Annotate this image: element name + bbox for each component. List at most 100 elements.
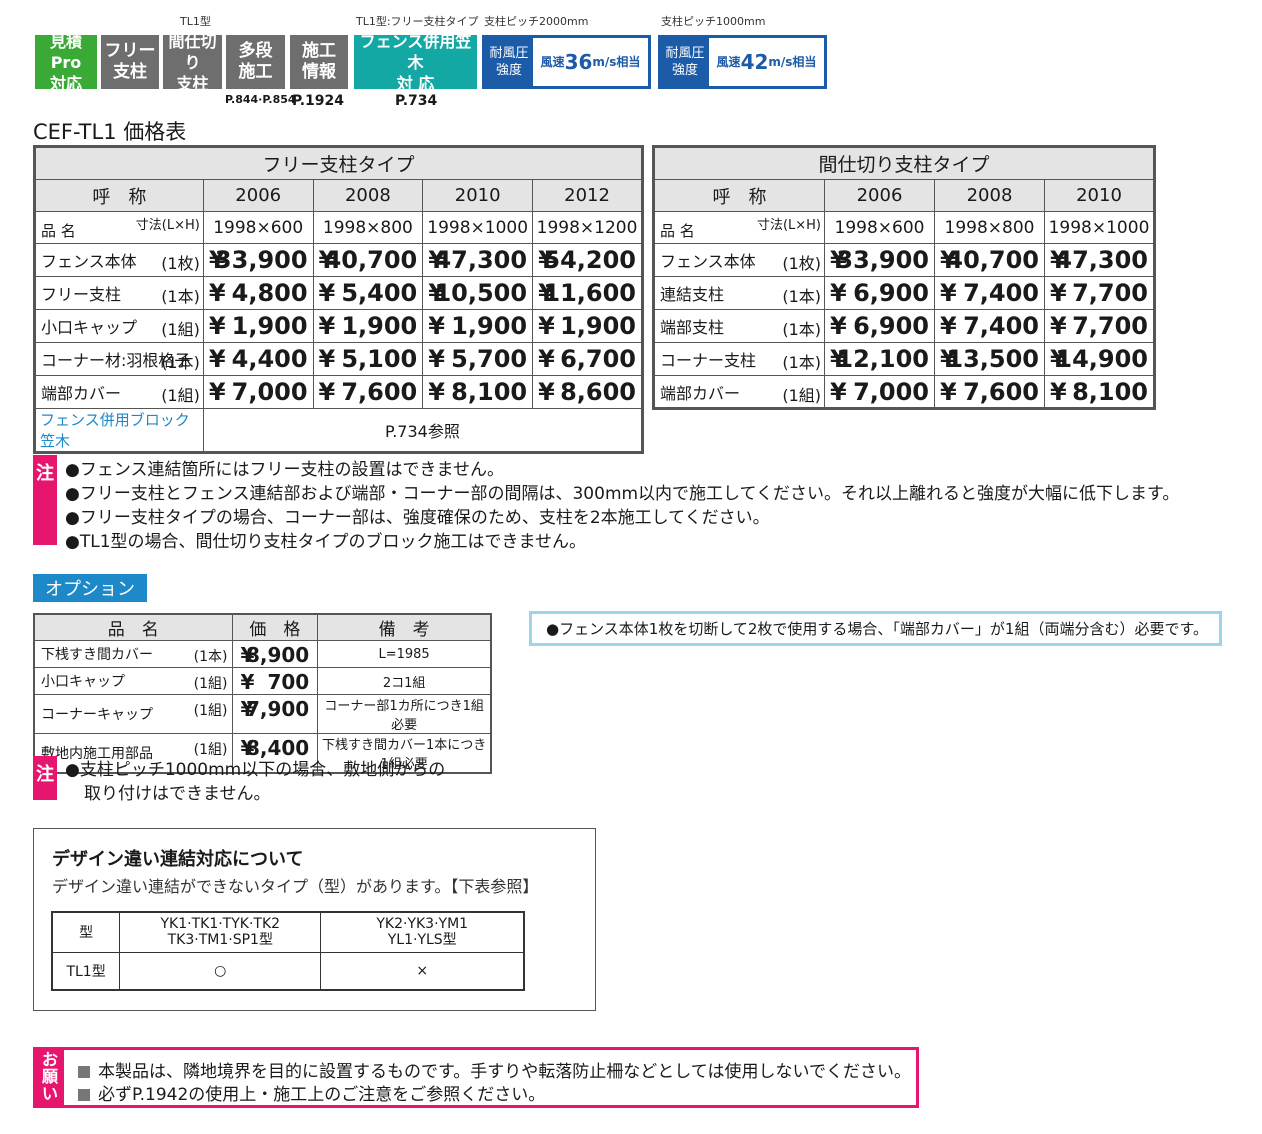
price-cell: ¥1,900 [532, 309, 643, 343]
yen-sign: ¥ [830, 279, 847, 307]
badge-partition-post-line2: 支柱 [176, 73, 209, 93]
yen-sign: ¥ [208, 345, 226, 373]
price-cell: ¥40,700 [312, 243, 424, 277]
price-cell: ¥7,700 [1044, 309, 1155, 343]
price-cell: ¥6,900 [824, 309, 935, 343]
price-value: 12,100 [836, 345, 929, 373]
free-post-price-table: フリー支柱タイプ 呼 称 2006 2008 2010 2012 寸法(L×H)… [33, 145, 644, 454]
wind-42-prefix: 風速 [716, 54, 741, 69]
note-line-2: ●フリー支柱とフェンス連結部および端部・コーナー部の間隔は、300mm以内で施工… [65, 484, 1180, 504]
yen-sign: ¥ [538, 378, 555, 406]
badge-caption-pitch2000: 支柱ピッチ2000mm [484, 15, 589, 28]
ref-fence-kasagi[interactable]: P.734 [395, 93, 437, 109]
price-cell: ¥33,900 [824, 243, 935, 277]
item-name-cell: 連結支柱 (1本) [653, 276, 825, 310]
badge-fence-kasagi: フェンス併用笠木 対 応 [354, 32, 477, 93]
yen-sign: ¥ [208, 312, 226, 340]
price-row: フリー支柱 (1本) ¥4,800 ¥5,400 ¥10,500 ¥11,600 [34, 276, 643, 310]
wind-42-label: 耐風圧 強度 [661, 38, 709, 86]
option-price: 8,900 [245, 643, 310, 667]
price-row: フェンス本体 (1枚) ¥33,900 ¥40,700 ¥47,300 ¥54,200 [34, 243, 643, 277]
price-row: 端部カバー (1組) ¥7,000 ¥7,600 ¥8,100 ¥8,600 [34, 375, 643, 409]
wind-36-label-line1: 耐風圧 [489, 46, 529, 61]
item-name: フェンス本体 [41, 252, 137, 271]
item-name-cell: コーナー支柱 (1本) [653, 342, 825, 376]
options-header-remark: 備 考 [317, 613, 492, 641]
partition-table-label-name: 呼 称 [653, 179, 825, 212]
yen-sign: ¥ [208, 378, 226, 406]
price-cell: ¥4,800 [202, 276, 314, 310]
option-row: コーナーキャップ (1組) ¥7,900 コーナー部1カ所につき1組必要 [33, 694, 492, 734]
item-name: 端部カバー [41, 384, 122, 403]
price-value: 5,100 [341, 345, 418, 373]
item-name-cell: 端部カバー (1組) [653, 375, 825, 409]
item-unit: (1組) [161, 320, 200, 339]
yen-sign: ¥ [428, 345, 445, 373]
item-name-cell: 小口キャップ (1組) [34, 309, 204, 343]
option-price-cell: ¥7,900 [231, 694, 319, 734]
free-kasagi-label: フェンス併用ブロック笠木 [34, 408, 204, 453]
wind-36-value-box: 風速 36 m/s相当 [533, 38, 648, 86]
price-cell: ¥8,100 [1044, 375, 1155, 409]
badge-partition-post: 間仕切り 支柱 [163, 32, 222, 93]
partition-code: 2010 [1044, 179, 1155, 212]
price-value: 47,300 [1055, 246, 1148, 274]
badge-caption-pitch1000: 支柱ピッチ1000mm [661, 15, 766, 28]
price-value: 14,900 [1055, 345, 1148, 373]
request-line-1-text: 本製品は、隣地境界を目的に設置するものです。手すりや転落防止柵などとしては使用し… [98, 1062, 911, 1082]
option-name-cell: 下桟すき間カバー (1本) [33, 640, 233, 668]
free-kasagi-ref[interactable]: P.734参照 [202, 408, 644, 453]
price-row: 端部カバー (1組) ¥7,000 ¥7,600 ¥8,100 [653, 375, 1155, 409]
price-value: 13,500 [946, 345, 1039, 373]
price-value: 54,200 [543, 246, 636, 274]
free-table-corner: 寸法(L×H) 品 名 [34, 211, 204, 244]
note-line-3: ●フリー支柱タイプの場合、コーナー部は、強度確保のため、支柱を2本施工してくださ… [65, 508, 770, 528]
yen-sign: ¥ [940, 378, 957, 406]
item-unit: (1本) [782, 320, 821, 339]
yen-sign: ¥ [1050, 279, 1067, 307]
item-name: コーナー支柱 [660, 351, 757, 370]
price-value: 8,100 [1072, 378, 1148, 406]
price-value: 7,000 [231, 378, 308, 406]
price-value: 7,400 [963, 279, 1039, 307]
wind-36-label: 耐風圧 強度 [485, 38, 533, 86]
price-cell: ¥14,900 [1044, 342, 1155, 376]
wind-36-label-line2: 強度 [495, 63, 522, 78]
price-value: 4,800 [231, 279, 308, 307]
price-cell: ¥7,700 [1044, 276, 1155, 310]
yen-sign: ¥ [538, 345, 555, 373]
item-unit: (1枚) [782, 254, 821, 273]
partition-dim: 1998×600 [824, 211, 935, 244]
price-value: 1,900 [231, 312, 308, 340]
yen-sign: ¥ [538, 312, 555, 340]
page-title: CEF-TL1 価格表 [33, 120, 187, 144]
badge-construction-info-line1: 施工 [302, 41, 336, 61]
design-group-1-line1: YK1·TK1·TYK·TK2 [160, 916, 281, 933]
design-subtitle: デザイン違い連結ができないタイプ（型）があります。【下表参照】 [52, 877, 539, 896]
design-col-type: 型 [51, 911, 121, 953]
price-cell: ¥7,000 [202, 375, 314, 409]
wind-42-value: 42 [740, 49, 769, 74]
ref-multi-stage[interactable]: P.844·P.854 [225, 93, 296, 106]
wind-42-label-line1: 耐風圧 [665, 46, 705, 61]
yen-sign: ¥ [830, 312, 847, 340]
square-bullet-icon [78, 1066, 90, 1078]
price-value: 6,700 [560, 345, 636, 373]
price-cell: ¥33,900 [202, 243, 314, 277]
option-row: 下桟すき間カバー (1本) ¥8,900 L=1985 [33, 640, 492, 668]
price-cell: ¥47,300 [422, 243, 534, 277]
options-header-name: 品 名 [33, 613, 233, 641]
request-line-1: 本製品は、隣地境界を目的に設置するものです。手すりや転落防止柵などとしては使用し… [78, 1057, 911, 1082]
item-unit: (1本) [782, 353, 821, 372]
badge-wind-42: 耐風圧 強度 風速 42 m/s相当 [658, 35, 827, 89]
design-ng-mark: × [320, 951, 525, 991]
free-code: 2012 [532, 179, 643, 212]
item-name: 端部カバー [660, 383, 741, 403]
yen-sign: ¥ [318, 279, 336, 307]
price-cell: ¥1,900 [422, 309, 534, 343]
yen-sign: ¥ [318, 312, 336, 340]
ref-construction-info[interactable]: P.1924 [292, 93, 344, 109]
options-header-price: 価 格 [231, 613, 319, 641]
yen-sign: ¥ [1050, 378, 1067, 406]
design-group-2-line2: YL1·YLS型 [387, 932, 457, 949]
